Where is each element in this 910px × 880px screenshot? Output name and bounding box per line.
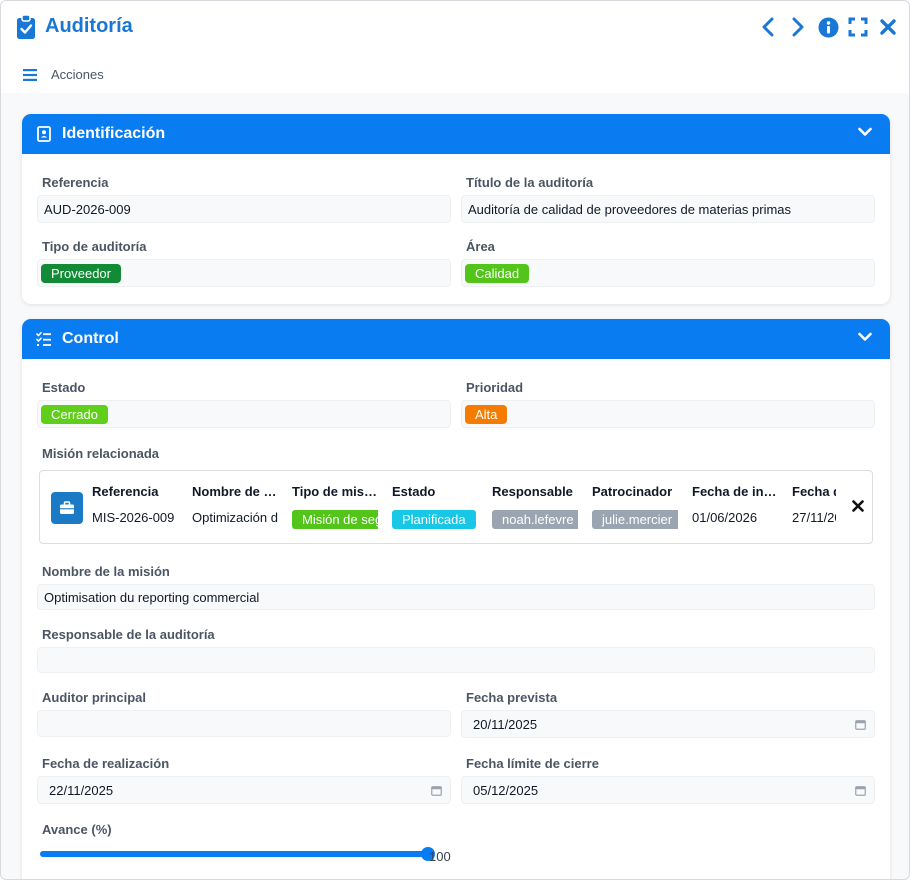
actions-menu-button[interactable]: Acciones bbox=[23, 67, 104, 82]
mission-col-fecha-fin: Fecha de fin 27/11/2026 bbox=[792, 484, 836, 530]
audit-window: Auditoría Acciones Identificación Refere… bbox=[0, 0, 910, 880]
titulo-label: Título de la auditoría bbox=[466, 175, 594, 190]
expand-icon bbox=[848, 17, 868, 37]
titulo-value: Auditoría de calidad de proveedores de m… bbox=[468, 201, 792, 217]
mission-icon-box bbox=[51, 492, 83, 524]
calendar-icon[interactable] bbox=[431, 785, 442, 796]
fecha-prevista-value: 20/11/2025 bbox=[473, 716, 538, 732]
chevron-right-icon bbox=[792, 17, 804, 37]
close-button[interactable] bbox=[877, 15, 899, 39]
estado-label: Estado bbox=[42, 380, 86, 395]
tipo-auditoria-field[interactable]: Proveedor bbox=[37, 259, 451, 287]
control-panel: Control Estado Cerrado Prioridad Alta Mi… bbox=[22, 319, 890, 879]
fecha-prevista-input[interactable]: 20/11/2025 bbox=[461, 710, 875, 738]
control-title: Control bbox=[62, 330, 119, 347]
mission-col-referencia: Referencia MIS-2026-009 bbox=[92, 484, 178, 530]
avance-slider[interactable] bbox=[40, 847, 435, 861]
mission-tipo-badge: Misión de seguimiento bbox=[292, 510, 378, 529]
auditor-principal-field[interactable] bbox=[37, 710, 451, 737]
mission-header: Tipo de misión bbox=[292, 484, 378, 499]
calendar-icon[interactable] bbox=[855, 719, 866, 730]
related-mission-card[interactable]: Referencia MIS-2026-009 Nombre de la mis… bbox=[39, 470, 873, 544]
fecha-limite-value: 05/12/2025 bbox=[473, 782, 539, 798]
menu-icon bbox=[23, 68, 37, 81]
top-bar: Auditoría Acciones bbox=[1, 1, 909, 93]
nombre-mision-value: Optimisation du reporting commercial bbox=[44, 589, 260, 605]
referencia-label: Referencia bbox=[42, 175, 109, 190]
clipboard-check-icon bbox=[17, 14, 35, 39]
previous-button[interactable] bbox=[757, 15, 779, 39]
actions-label: Acciones bbox=[51, 67, 104, 82]
mission-value: MIS-2026-009 bbox=[92, 510, 175, 525]
area-field[interactable]: Calidad bbox=[461, 259, 875, 287]
area-label: Área bbox=[466, 239, 495, 254]
window-actions bbox=[757, 15, 899, 39]
mission-responsable-badge: noah.lefevre bbox=[492, 510, 578, 529]
fecha-realizacion-label: Fecha de realización bbox=[42, 756, 170, 771]
mission-col-responsable: Responsable noah.lefevre bbox=[492, 484, 578, 530]
mission-header: Patrocinador bbox=[592, 484, 673, 499]
fecha-realizacion-value: 22/11/2025 bbox=[49, 782, 114, 798]
mission-col-fecha-inicio: Fecha de inicio 01/06/2026 bbox=[692, 484, 778, 530]
nombre-mision-field[interactable]: Optimisation du reporting commercial bbox=[37, 584, 875, 610]
mission-header: Referencia bbox=[92, 484, 159, 499]
expand-button[interactable] bbox=[847, 15, 869, 39]
next-button[interactable] bbox=[787, 15, 809, 39]
estado-badge: Cerrado bbox=[41, 404, 108, 424]
prioridad-badge: Alta bbox=[465, 404, 508, 424]
page-title: Auditoría bbox=[45, 15, 133, 37]
mission-value: Optimización del reporting bbox=[192, 510, 278, 525]
area-badge: Calidad bbox=[465, 263, 530, 283]
fecha-limite-input[interactable]: 05/12/2025 bbox=[461, 776, 875, 804]
identificacion-panel: Identificación Referencia AUD-2026-009 T… bbox=[22, 114, 890, 304]
prioridad-label: Prioridad bbox=[466, 380, 524, 395]
tipo-auditoria-badge: Proveedor bbox=[41, 263, 121, 283]
mission-header: Responsable bbox=[492, 484, 573, 499]
avance-value: 100 bbox=[429, 849, 451, 864]
chevron-down-icon bbox=[858, 332, 872, 341]
mission-col-patrocinador: Patrocinador julie.mercier bbox=[592, 484, 678, 530]
mission-patrocinador-badge: julie.mercier bbox=[592, 510, 678, 529]
avance-slider-fill bbox=[40, 851, 428, 857]
mission-header: Nombre de la misión bbox=[192, 484, 278, 499]
chevron-left-icon bbox=[762, 17, 774, 37]
list-check-icon bbox=[36, 332, 51, 346]
mission-estado-badge: Planificada bbox=[392, 510, 476, 529]
prioridad-field[interactable]: Alta bbox=[461, 400, 875, 428]
mission-header: Estado bbox=[392, 484, 436, 499]
mission-col-estado: Estado Planificada bbox=[392, 484, 478, 530]
mission-col-nombre: Nombre de la misión Optimización del rep… bbox=[192, 484, 278, 530]
mission-value: 01/06/2026 bbox=[692, 510, 758, 525]
mission-value: 27/11/2026 bbox=[792, 510, 836, 525]
calendar-icon[interactable] bbox=[855, 785, 866, 796]
control-panel-header[interactable]: Control bbox=[22, 319, 890, 359]
mision-relacionada-label: Misión relacionada bbox=[42, 446, 160, 461]
referencia-field[interactable]: AUD-2026-009 bbox=[37, 195, 451, 223]
close-icon bbox=[852, 500, 864, 512]
info-icon bbox=[818, 17, 838, 37]
remove-mission-button[interactable] bbox=[852, 499, 864, 517]
briefcase-icon bbox=[60, 501, 74, 514]
avance-label: Avance (%) bbox=[42, 822, 112, 837]
mission-header: Fecha de fin bbox=[792, 484, 836, 499]
referencia-value: AUD-2026-009 bbox=[44, 201, 131, 217]
mission-col-tipo: Tipo de misión Misión de seguimiento bbox=[292, 484, 378, 530]
responsable-auditoria-field[interactable] bbox=[37, 647, 875, 673]
estado-field[interactable]: Cerrado bbox=[37, 400, 451, 428]
fecha-realizacion-input[interactable]: 22/11/2025 bbox=[37, 776, 451, 804]
info-button[interactable] bbox=[817, 15, 839, 39]
nombre-mision-label: Nombre de la misión bbox=[42, 564, 170, 579]
tipo-auditoria-label: Tipo de auditoría bbox=[42, 239, 147, 254]
auditor-principal-label: Auditor principal bbox=[42, 690, 146, 705]
identificacion-panel-header[interactable]: Identificación bbox=[22, 114, 890, 154]
titulo-field[interactable]: Auditoría de calidad de proveedores de m… bbox=[461, 195, 875, 223]
chevron-down-icon bbox=[858, 127, 872, 136]
fecha-limite-label: Fecha límite de cierre bbox=[466, 756, 599, 771]
fecha-prevista-label: Fecha prevista bbox=[466, 690, 558, 705]
mission-header: Fecha de inicio bbox=[692, 484, 778, 499]
close-icon bbox=[880, 19, 896, 35]
identificacion-title: Identificación bbox=[62, 125, 166, 142]
responsable-auditoria-label: Responsable de la auditoría bbox=[42, 627, 215, 642]
id-card-icon bbox=[37, 126, 51, 142]
